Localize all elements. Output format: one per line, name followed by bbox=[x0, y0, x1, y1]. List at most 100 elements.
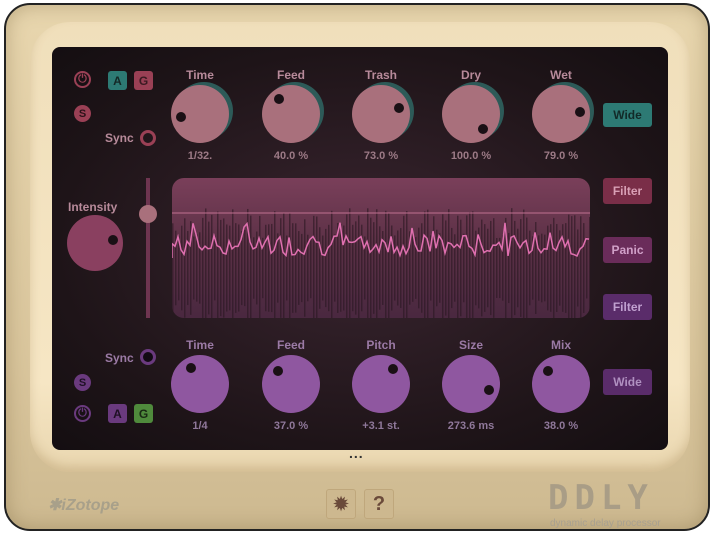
knob-label: Feed bbox=[276, 338, 305, 352]
waveform-bar bbox=[439, 233, 441, 303]
waveform-bar bbox=[427, 209, 429, 318]
waveform-bar bbox=[319, 227, 321, 309]
waveform-bar bbox=[214, 235, 216, 301]
knob-indicator bbox=[574, 107, 585, 118]
knob-feed[interactable] bbox=[262, 355, 320, 413]
brand-name: iZotope bbox=[61, 497, 120, 514]
waveform-bar bbox=[235, 223, 237, 313]
knob-indicator bbox=[483, 385, 494, 396]
waveform-bar bbox=[367, 208, 369, 318]
knob-value: +3.1 st. bbox=[362, 420, 400, 432]
waveform-bar bbox=[196, 234, 198, 302]
knob-wet[interactable] bbox=[532, 85, 590, 143]
waveform-bar bbox=[277, 233, 279, 303]
filter-button-top[interactable]: Filter bbox=[603, 178, 652, 204]
waveform-bar bbox=[511, 208, 513, 318]
knob-indicator bbox=[542, 365, 553, 376]
waveform-bar bbox=[397, 230, 399, 306]
waveform-bar bbox=[310, 237, 312, 299]
waveform-bar bbox=[463, 233, 465, 303]
solo-button-top[interactable]: S bbox=[74, 105, 91, 122]
knob-indicator bbox=[478, 123, 489, 134]
waveform-bar bbox=[583, 223, 585, 313]
waveform-bar bbox=[193, 236, 195, 300]
g-button-bottom[interactable]: G bbox=[134, 404, 153, 423]
waveform-bar bbox=[400, 228, 402, 308]
knob-feed[interactable] bbox=[262, 85, 320, 143]
waveform-bar bbox=[289, 213, 291, 318]
intensity-knob[interactable] bbox=[67, 215, 123, 271]
waveform-bar bbox=[322, 235, 324, 301]
knob-label: Time bbox=[186, 338, 214, 352]
sync-toggle-top[interactable] bbox=[140, 130, 156, 146]
filter-button-bottom[interactable]: Filter bbox=[603, 294, 652, 320]
knob-label: Dry bbox=[460, 68, 481, 82]
waveform-bar bbox=[472, 211, 474, 318]
waveform-bar bbox=[460, 219, 462, 317]
waveform-bar bbox=[280, 218, 282, 318]
waveform-bar bbox=[442, 214, 444, 318]
waveform-bar bbox=[493, 218, 495, 318]
a-button-top[interactable]: A bbox=[108, 71, 127, 90]
waveform-bar bbox=[541, 233, 543, 303]
waveform-bar bbox=[589, 216, 590, 318]
knob-size[interactable] bbox=[442, 355, 500, 413]
wide-button-bottom[interactable]: Wide bbox=[603, 369, 652, 395]
waveform-bar bbox=[208, 221, 210, 315]
waveform-bar bbox=[343, 225, 345, 311]
waveform-bar bbox=[301, 233, 303, 303]
ddly-logo: DDLY bbox=[548, 478, 654, 518]
knob-time[interactable] bbox=[171, 85, 229, 143]
knob-indicator bbox=[185, 362, 196, 373]
knob-value: 273.6 ms bbox=[447, 420, 495, 432]
waveform-bar bbox=[496, 237, 498, 299]
waveform-bar bbox=[580, 216, 582, 318]
intensity-slider-handle[interactable] bbox=[139, 205, 157, 223]
waveform-bar bbox=[352, 224, 354, 312]
waveform-bar bbox=[466, 215, 468, 318]
knob-mix[interactable] bbox=[532, 355, 590, 413]
settings-button[interactable]: ✹ bbox=[326, 489, 356, 519]
g-button-top[interactable]: G bbox=[134, 71, 153, 90]
waveform-bar bbox=[220, 219, 222, 317]
wide-button-top[interactable]: Wide bbox=[603, 103, 652, 127]
knob-label: Size bbox=[458, 338, 483, 352]
waveform-bar bbox=[223, 218, 225, 318]
waveform-bar bbox=[394, 235, 396, 301]
intensity-slider-track[interactable] bbox=[146, 178, 150, 318]
panic-button[interactable]: Panic bbox=[603, 237, 652, 263]
waveform-bar bbox=[181, 225, 183, 311]
a-button-bottom[interactable]: A bbox=[108, 404, 127, 423]
solo-button-bottom[interactable]: S bbox=[74, 374, 91, 391]
waveform-bar bbox=[298, 231, 300, 305]
knob-label: Trash bbox=[364, 68, 397, 82]
knob-trash[interactable] bbox=[352, 85, 410, 143]
product-subtitle: dynamic delay processor bbox=[550, 518, 661, 529]
izotope-logo: ✱iZotope bbox=[48, 495, 119, 515]
waveform-bar bbox=[412, 234, 414, 302]
knob-label: Wet bbox=[550, 68, 572, 82]
waveform-bar bbox=[202, 217, 204, 318]
knob-pitch[interactable] bbox=[352, 355, 410, 413]
more-indicator[interactable]: ... bbox=[349, 445, 364, 461]
waveform-bar bbox=[544, 234, 546, 302]
waveform-bar bbox=[538, 235, 540, 301]
help-button[interactable]: ? bbox=[364, 489, 394, 519]
power-icon[interactable]: ⏻ bbox=[74, 71, 91, 88]
waveform-bar bbox=[265, 224, 267, 312]
waveform-bar bbox=[490, 220, 492, 316]
waveform-bar bbox=[349, 208, 351, 318]
waveform-bar bbox=[418, 227, 420, 309]
knob-dry[interactable] bbox=[442, 85, 500, 143]
waveform-bar bbox=[346, 214, 348, 318]
waveform-bar bbox=[241, 230, 243, 306]
waveform-bar bbox=[328, 224, 330, 312]
power-icon-bottom[interactable]: ⏻ bbox=[74, 405, 91, 422]
waveform-bar bbox=[358, 215, 360, 318]
waveform-bar bbox=[283, 213, 285, 318]
knob-time[interactable] bbox=[171, 355, 229, 413]
waveform-bar bbox=[211, 214, 213, 318]
sync-toggle-bottom[interactable] bbox=[140, 349, 156, 365]
waveform-bar bbox=[355, 221, 357, 315]
waveform-bar bbox=[172, 223, 174, 313]
